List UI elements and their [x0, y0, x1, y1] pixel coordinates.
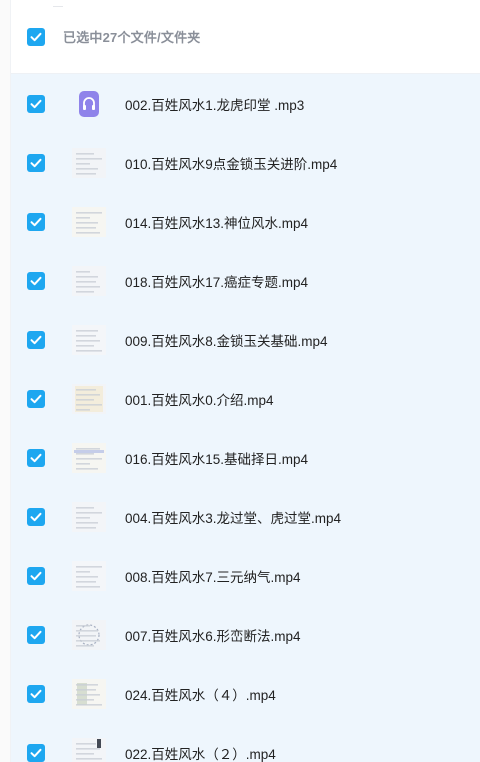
- video-thumbnail-icon: [72, 147, 106, 178]
- file-name: 008.百姓风水7.三元纳气.mp4: [125, 569, 301, 585]
- file-row[interactable]: 009.百姓风水8.金锁玉关基础.mp4: [11, 310, 480, 369]
- check-icon: [30, 276, 42, 285]
- file-row[interactable]: 001.百姓风水0.介绍.mp4: [11, 369, 480, 428]
- file-checkbox[interactable]: [27, 684, 45, 703]
- video-file-thumbnail: [71, 205, 107, 239]
- file-checkbox[interactable]: [27, 271, 45, 290]
- video-file-thumbnail: [71, 618, 107, 652]
- check-icon: [30, 32, 42, 41]
- video-thumbnail-icon: [72, 619, 106, 650]
- check-icon: [30, 512, 42, 521]
- file-row[interactable]: 024.百姓风水（４）.mp4: [11, 664, 480, 723]
- audio-file-thumbnail: [71, 87, 107, 121]
- video-file-thumbnail: [71, 736, 107, 762]
- video-file-thumbnail: [71, 559, 107, 593]
- file-name: 018.百姓风水17.癌症专题.mp4: [125, 274, 309, 290]
- file-name: 001.百姓风水0.介绍.mp4: [125, 392, 274, 408]
- video-thumbnail-icon: [72, 560, 106, 591]
- file-row[interactable]: 014.百姓风水13.神位风水.mp4: [11, 192, 480, 251]
- file-checkbox[interactable]: [27, 153, 45, 172]
- check-icon: [30, 394, 42, 403]
- selection-header: 已选中27个文件/文件夹: [11, 0, 480, 74]
- video-thumbnail-icon: [72, 442, 106, 473]
- check-icon: [30, 689, 42, 698]
- video-file-thumbnail: [71, 264, 107, 298]
- video-thumbnail-icon: [72, 737, 106, 762]
- file-name: 002.百姓风水1.龙虎印堂 .mp3: [125, 97, 305, 113]
- video-thumbnail-icon: [72, 324, 106, 355]
- file-name: 016.百姓风水15.基础择日.mp4: [125, 451, 309, 467]
- check-icon: [30, 335, 42, 344]
- file-checkbox[interactable]: [27, 448, 45, 467]
- file-name: 004.百姓风水3.龙过堂、虎过堂.mp4: [125, 510, 342, 526]
- check-icon: [30, 630, 42, 639]
- file-row[interactable]: 022.百姓风水（２）.mp4: [11, 723, 480, 762]
- video-thumbnail-icon: [72, 678, 106, 709]
- select-all-checkbox[interactable]: [27, 27, 45, 46]
- video-file-thumbnail: [71, 441, 107, 475]
- video-file-thumbnail: [71, 500, 107, 534]
- file-row[interactable]: 004.百姓风水3.龙过堂、虎过堂.mp4: [11, 487, 480, 546]
- file-row[interactable]: 007.百姓风水6.形峦断法.mp4: [11, 605, 480, 664]
- video-thumbnail-icon: [72, 501, 106, 532]
- check-icon: [30, 99, 42, 108]
- video-thumbnail-icon: [72, 265, 106, 296]
- left-panel-edge: [0, 0, 11, 762]
- file-checkbox[interactable]: [27, 507, 45, 526]
- file-row[interactable]: 016.百姓风水15.基础择日.mp4: [11, 428, 480, 487]
- video-file-thumbnail: [71, 146, 107, 180]
- selection-count-label: 已选中27个文件/文件夹: [63, 30, 201, 45]
- check-icon: [30, 571, 42, 580]
- file-name: 024.百姓风水（４）.mp4: [125, 687, 276, 703]
- file-name: 007.百姓风水6.形峦断法.mp4: [125, 628, 301, 644]
- video-file-thumbnail: [71, 382, 107, 416]
- video-thumbnail-icon: [72, 206, 106, 237]
- check-icon: [30, 158, 42, 167]
- file-checkbox[interactable]: [27, 94, 45, 113]
- file-list: 002.百姓风水1.龙虎印堂 .mp3 010.百姓风水9点金锁玉关进阶.mp4 0…: [11, 74, 480, 762]
- check-icon: [30, 748, 42, 757]
- video-file-thumbnail: [71, 677, 107, 711]
- file-name: 010.百姓风水9点金锁玉关进阶.mp4: [125, 156, 338, 172]
- file-list-panel: 已选中27个文件/文件夹 002.百姓风水1.龙虎印堂 .mp3 010.百姓风水…: [11, 0, 480, 762]
- audio-file-icon: [79, 90, 99, 117]
- check-icon: [30, 453, 42, 462]
- header-divider: [53, 0, 63, 7]
- file-row[interactable]: 008.百姓风水7.三元纳气.mp4: [11, 546, 480, 605]
- video-file-thumbnail: [71, 323, 107, 357]
- file-checkbox[interactable]: [27, 330, 45, 349]
- check-icon: [30, 217, 42, 226]
- file-row[interactable]: 018.百姓风水17.癌症专题.mp4: [11, 251, 480, 310]
- file-checkbox[interactable]: [27, 566, 45, 585]
- file-checkbox[interactable]: [27, 743, 45, 762]
- file-row[interactable]: 002.百姓风水1.龙虎印堂 .mp3: [11, 74, 480, 133]
- file-name: 009.百姓风水8.金锁玉关基础.mp4: [125, 333, 328, 349]
- file-checkbox[interactable]: [27, 625, 45, 644]
- file-row[interactable]: 010.百姓风水9点金锁玉关进阶.mp4: [11, 133, 480, 192]
- file-checkbox[interactable]: [27, 212, 45, 231]
- video-thumbnail-icon: [72, 383, 106, 414]
- file-name: 014.百姓风水13.神位风水.mp4: [125, 215, 309, 231]
- file-name: 022.百姓风水（２）.mp4: [125, 746, 276, 762]
- file-checkbox[interactable]: [27, 389, 45, 408]
